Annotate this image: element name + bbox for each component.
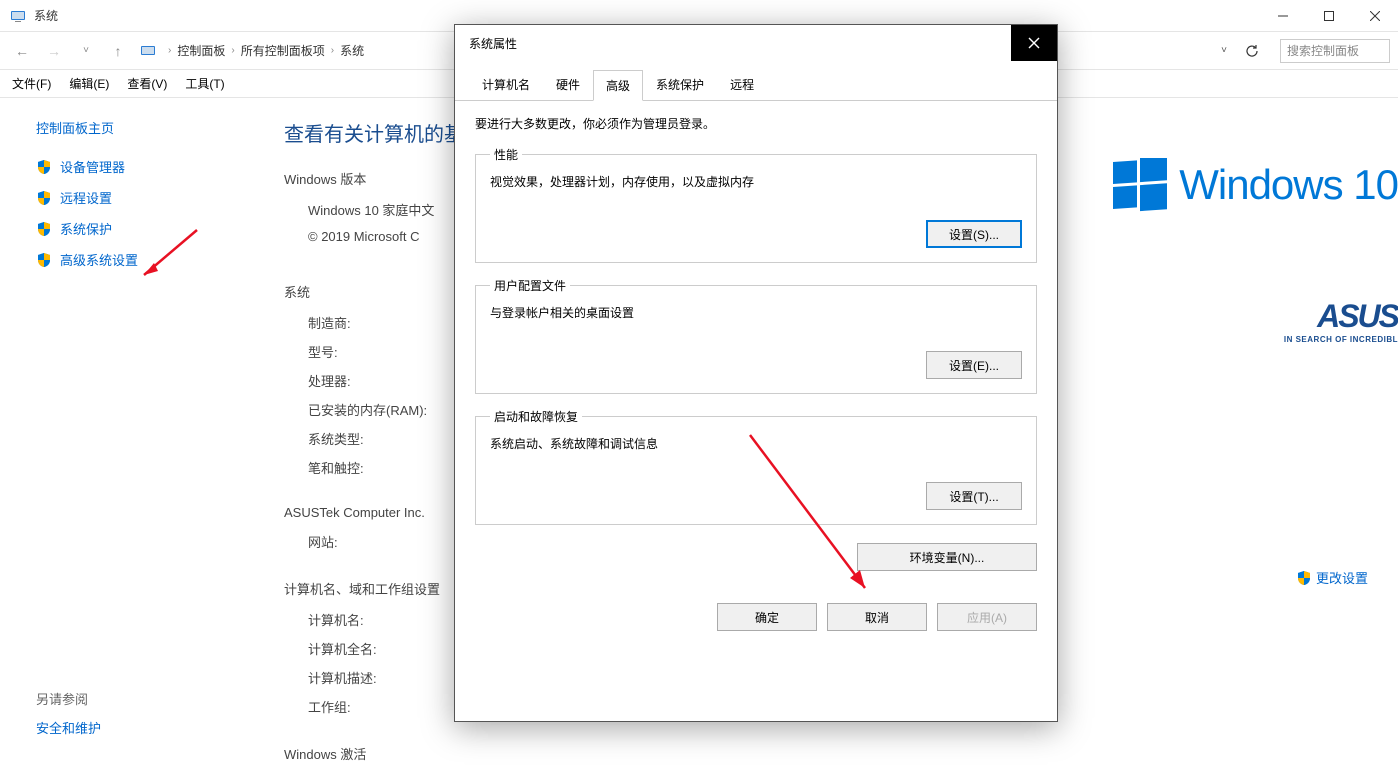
forward-button[interactable]: → — [40, 37, 68, 65]
windows-logo: Windows 10 — [1113, 158, 1398, 212]
maximize-button[interactable] — [1306, 0, 1352, 32]
activation-header: Windows 激活 — [284, 744, 1378, 763]
change-settings-link[interactable]: 更改设置 — [1296, 568, 1368, 587]
pen-touch-label: 笔和触控: — [308, 458, 448, 477]
asus-logo-text: ASUS — [1284, 298, 1398, 335]
computer-desc-label: 计算机描述: — [308, 668, 448, 687]
chevron-right-icon: › — [168, 45, 171, 56]
startup-recovery-desc: 系统启动、系统故障和调试信息 — [490, 435, 1022, 452]
dialog-footer: 确定 取消 应用(A) — [455, 593, 1057, 647]
search-input[interactable]: 搜索控制面板 — [1280, 39, 1390, 63]
processor-label: 处理器: — [308, 371, 448, 390]
dialog-title: 系统属性 — [455, 35, 517, 52]
refresh-button[interactable] — [1238, 37, 1266, 65]
menu-edit[interactable]: 编辑(E) — [69, 75, 109, 92]
ok-button[interactable]: 确定 — [717, 603, 817, 631]
menu-tools[interactable]: 工具(T) — [185, 75, 224, 92]
asus-tagline: IN SEARCH OF INCREDIBL — [1284, 335, 1398, 344]
shield-icon — [36, 252, 52, 268]
sidebar-item-system-protection[interactable]: 系统保护 — [36, 219, 248, 238]
see-also-header: 另请参阅 — [36, 689, 248, 708]
user-profile-settings-button[interactable]: 设置(E)... — [926, 351, 1022, 379]
tab-remote[interactable]: 远程 — [717, 69, 767, 100]
see-also-security-link[interactable]: 安全和维护 — [36, 718, 248, 737]
dialog-close-button[interactable] — [1011, 25, 1057, 61]
close-button[interactable] — [1352, 0, 1398, 32]
manufacturer-label: 制造商: — [308, 313, 448, 332]
minimize-button[interactable] — [1260, 0, 1306, 32]
monitor-icon — [140, 43, 156, 59]
dialog-tabs: 计算机名 硬件 高级 系统保护 远程 — [455, 61, 1057, 101]
chevron-right-icon: › — [231, 45, 234, 56]
user-profile-desc: 与登录帐户相关的桌面设置 — [490, 304, 1022, 321]
window-title: 系统 — [34, 7, 58, 24]
sidebar: 控制面板主页 设备管理器 远程设置 系统保护 高级系统设置 另请参阅 安全和维护 — [0, 98, 260, 770]
startup-recovery-group: 启动和故障恢复 系统启动、系统故障和调试信息 设置(T)... — [475, 408, 1037, 525]
performance-settings-button[interactable]: 设置(S)... — [926, 220, 1022, 248]
environment-variables-button[interactable]: 环境变量(N)... — [857, 543, 1037, 571]
startup-recovery-legend: 启动和故障恢复 — [490, 408, 582, 425]
control-panel-home-link[interactable]: 控制面板主页 — [36, 118, 248, 137]
dialog-titlebar: 系统属性 — [455, 25, 1057, 61]
system-properties-dialog: 系统属性 计算机名 硬件 高级 系统保护 远程 要进行大多数更改，你必须作为管理… — [454, 24, 1058, 722]
ram-label: 已安装的内存(RAM): — [308, 400, 448, 419]
asus-logo: ASUS IN SEARCH OF INCREDIBL — [1284, 298, 1398, 344]
admin-notice: 要进行大多数更改，你必须作为管理员登录。 — [475, 115, 1037, 132]
system-icon — [10, 8, 26, 24]
close-icon — [1028, 37, 1040, 49]
cancel-button[interactable]: 取消 — [827, 603, 927, 631]
performance-legend: 性能 — [490, 146, 522, 163]
sidebar-item-advanced-system-settings[interactable]: 高级系统设置 — [36, 250, 248, 269]
system-type-label: 系统类型: — [308, 429, 448, 448]
tab-hardware[interactable]: 硬件 — [543, 69, 593, 100]
menu-view[interactable]: 查看(V) — [127, 75, 167, 92]
breadcrumb-item[interactable]: 控制面板 — [177, 42, 225, 59]
tab-system-protection[interactable]: 系统保护 — [643, 69, 717, 100]
shield-icon — [36, 159, 52, 175]
tab-advanced[interactable]: 高级 — [593, 70, 643, 101]
tab-computer-name[interactable]: 计算机名 — [469, 69, 543, 100]
startup-recovery-settings-button[interactable]: 设置(T)... — [926, 482, 1022, 510]
recent-dropdown[interactable]: ˅ — [72, 37, 100, 65]
website-label: 网站: — [308, 532, 448, 551]
workgroup-label: 工作组: — [308, 697, 448, 716]
user-profile-legend: 用户配置文件 — [490, 277, 570, 294]
performance-desc: 视觉效果，处理器计划，内存使用，以及虚拟内存 — [490, 173, 1022, 190]
breadcrumb-item[interactable]: 所有控制面板项 — [241, 42, 325, 59]
address-dropdown[interactable]: ˅ — [1214, 45, 1234, 56]
model-label: 型号: — [308, 342, 448, 361]
chevron-right-icon: › — [331, 45, 334, 56]
computer-fullname-label: 计算机全名: — [308, 639, 448, 658]
apply-button[interactable]: 应用(A) — [937, 603, 1037, 631]
sidebar-item-device-manager[interactable]: 设备管理器 — [36, 157, 248, 176]
shield-icon — [1296, 570, 1312, 586]
menu-file[interactable]: 文件(F) — [12, 75, 51, 92]
computer-name-label: 计算机名: — [308, 610, 448, 629]
windows-logo-icon — [1113, 158, 1167, 212]
up-button[interactable]: ↑ — [104, 37, 132, 65]
user-profile-group: 用户配置文件 与登录帐户相关的桌面设置 设置(E)... — [475, 277, 1037, 394]
shield-icon — [36, 190, 52, 206]
breadcrumb-item[interactable]: 系统 — [340, 42, 364, 59]
performance-group: 性能 视觉效果，处理器计划，内存使用，以及虚拟内存 设置(S)... — [475, 146, 1037, 263]
back-button[interactable]: ← — [8, 37, 36, 65]
windows-logo-text: Windows 10 — [1179, 161, 1398, 209]
sidebar-item-remote-settings[interactable]: 远程设置 — [36, 188, 248, 207]
shield-icon — [36, 221, 52, 237]
dialog-body: 要进行大多数更改，你必须作为管理员登录。 性能 视觉效果，处理器计划，内存使用，… — [455, 101, 1057, 593]
